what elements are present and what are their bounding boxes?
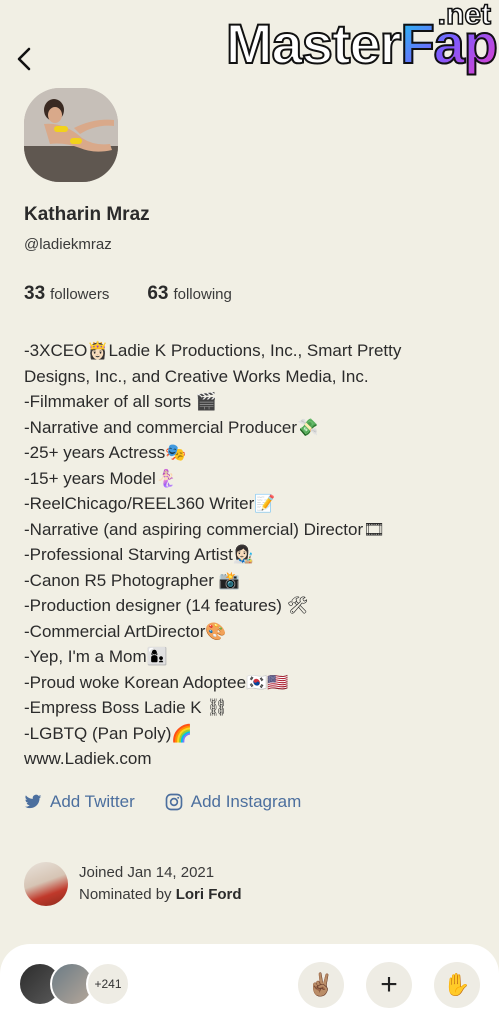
site-watermark-logo: MasterFap .net: [197, 0, 499, 76]
bio-line: -Production designer (14 features) 🛠: [24, 596, 309, 615]
watermark-tld: .net: [437, 0, 492, 32]
add-twitter-button[interactable]: Add Twitter: [24, 792, 135, 812]
profile-avatar[interactable]: [24, 88, 118, 182]
add-instagram-button[interactable]: Add Instagram: [165, 792, 302, 812]
followers-count: 33: [24, 283, 46, 304]
room-listeners[interactable]: +241: [18, 962, 130, 1006]
followers-link[interactable]: 33 followers: [24, 283, 109, 305]
raise-hand-button[interactable]: ✋: [434, 962, 480, 1008]
social-links: Add Twitter Add Instagram: [24, 792, 301, 812]
bio-line: -Narrative and commercial Producer💸: [24, 417, 319, 437]
following-count: 63: [147, 283, 169, 304]
following-label: following: [173, 286, 232, 303]
bio-line: -15+ years Model🧜🏻‍♀️: [24, 468, 177, 488]
followers-label: followers: [50, 286, 110, 303]
bio-line: Designs, Inc., and Creative Works Media,…: [24, 366, 369, 386]
bio-line: -Yep, I'm a Mom👩‍👦: [24, 647, 168, 666]
bio-website-link[interactable]: www.Ladiek.com: [24, 746, 484, 772]
bio-line: -Proud woke Korean Adoptee🇰🇷🇺🇸: [24, 672, 289, 692]
profile-name: Katharin Mraz: [24, 204, 150, 225]
bio-line: -Empress Boss Ladie K ⛓: [24, 698, 228, 717]
listener-count-badge: +241: [86, 962, 130, 1006]
add-button[interactable]: +: [366, 962, 412, 1008]
chevron-left-icon: [17, 47, 31, 71]
nominator-avatar[interactable]: [24, 862, 68, 906]
bio-line: -Narrative (and aspiring commercial) Dir…: [24, 519, 385, 539]
nominated-line: Nominated by Lori Ford: [79, 884, 242, 906]
back-button[interactable]: [10, 44, 38, 74]
raise-hand-icon: ✋: [443, 972, 471, 997]
profile-stats: 33 followers 63 following: [24, 283, 232, 305]
bio-line: -Commercial ArtDirector🎨: [24, 621, 227, 641]
add-instagram-label: Add Instagram: [190, 792, 302, 811]
bio-line: -Canon R5 Photographer 📸: [24, 570, 240, 590]
joined-date: Joined Jan 14, 2021: [79, 864, 215, 881]
twitter-icon: [24, 794, 42, 809]
nominator-name-link[interactable]: Lori Ford: [176, 886, 242, 903]
nominated-prefix: Nominated by: [79, 886, 172, 903]
bio-line: -LGBTQ (Pan Poly)🌈: [24, 723, 193, 743]
watermark-main: Master: [225, 12, 403, 75]
bio-line: -3XCEO👸🏻Ladie K Productions, Inc., Smart…: [24, 341, 402, 360]
bio-line: -ReelChicago/REEL360 Writer📝: [24, 494, 276, 513]
wave-button[interactable]: ✌🏽: [298, 962, 344, 1008]
bio-line: -Filmmaker of all sorts 🎬: [24, 392, 218, 411]
following-link[interactable]: 63 following: [147, 283, 232, 305]
add-twitter-label: Add Twitter: [50, 792, 135, 811]
joined-info: Joined Jan 14, 2021 Nominated by Lori Fo…: [24, 862, 242, 906]
instagram-icon: [165, 793, 183, 811]
profile-handle: @ladiekmraz: [24, 236, 112, 253]
plus-icon: +: [380, 968, 398, 1001]
bio-line: -25+ years Actress🎭: [24, 443, 187, 462]
bio-line: -Professional Starving Artist👩🏻‍🎨: [24, 545, 254, 564]
peace-hand-icon: ✌🏽: [307, 972, 335, 997]
profile-bio: -3XCEO👸🏻Ladie K Productions, Inc., Smart…: [24, 338, 484, 772]
avatar-photo: [24, 88, 118, 182]
